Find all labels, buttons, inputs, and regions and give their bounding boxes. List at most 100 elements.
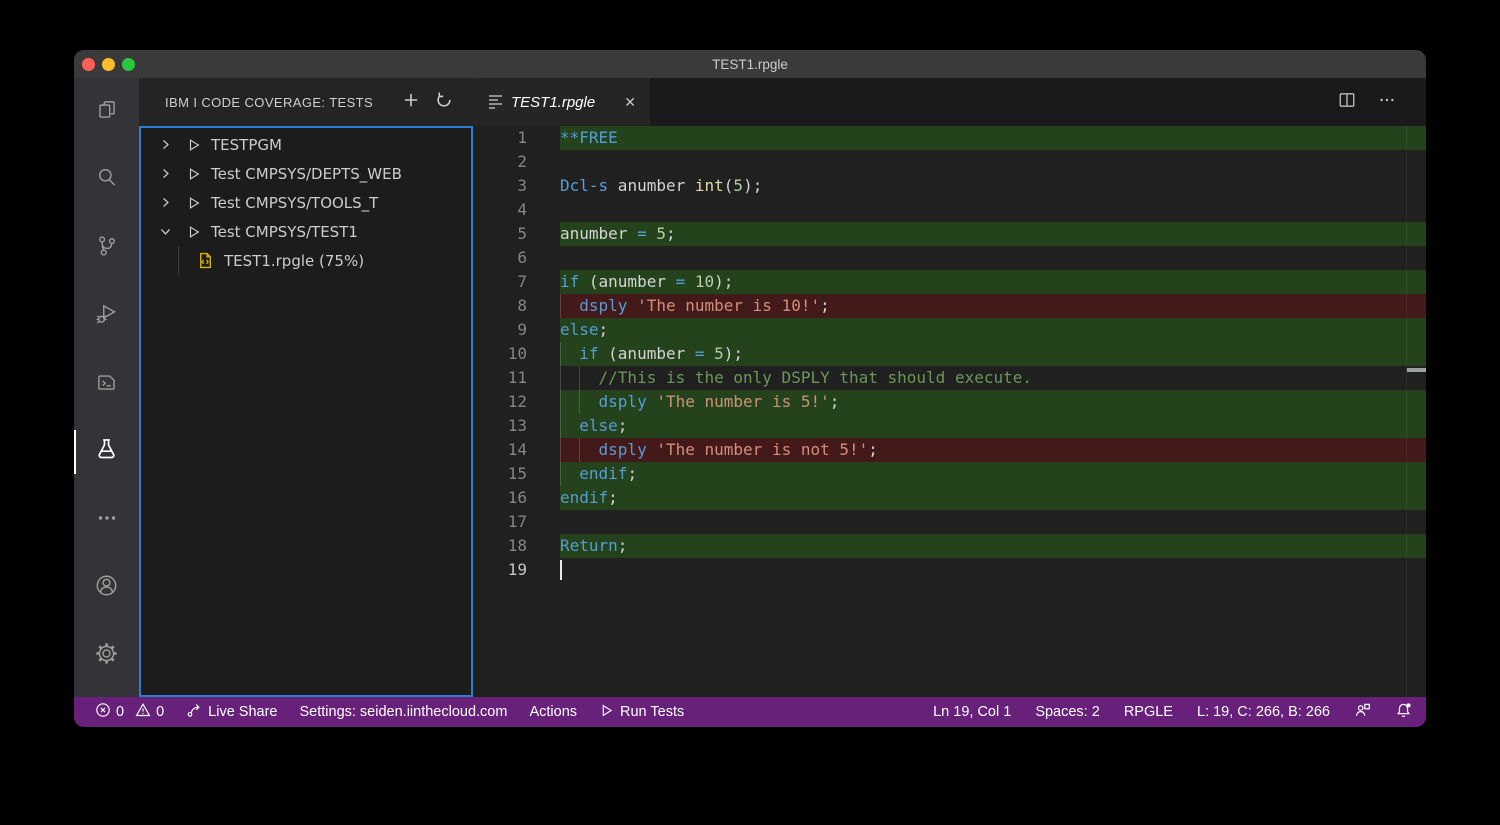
chevron-right-icon[interactable]	[157, 167, 173, 180]
activity-manage[interactable]	[74, 622, 139, 690]
code-line[interactable]: 19	[473, 558, 1426, 582]
more-actions-icon[interactable]	[1378, 91, 1396, 114]
language-mode-status[interactable]: RPGLE	[1124, 704, 1173, 720]
code-line-content[interactable]: dsply 'The number is 10!';	[560, 294, 1426, 318]
activity-additional-views[interactable]	[74, 486, 139, 554]
run-test-icon[interactable]	[186, 138, 202, 152]
code-line-content[interactable]	[560, 150, 1426, 174]
run-tests-status[interactable]: Run Tests	[599, 703, 684, 722]
code-token: );	[714, 272, 733, 291]
code-line[interactable]: 17	[473, 510, 1426, 534]
code-line[interactable]: 5anumber = 5;	[473, 222, 1426, 246]
refresh-button[interactable]	[435, 91, 453, 114]
code-line[interactable]: 4	[473, 198, 1426, 222]
code-line-content[interactable]: //This is the only DSPLY that should exe…	[560, 366, 1426, 390]
tree-item-label: Test CMPSYS/DEPTS_WEB	[211, 165, 402, 183]
code-line-content[interactable]	[560, 510, 1426, 534]
code-line-content[interactable]: if (anumber = 10);	[560, 270, 1426, 294]
code-line[interactable]: 11 //This is the only DSPLY that should …	[473, 366, 1426, 390]
indentation-status[interactable]: Spaces: 2	[1035, 704, 1100, 720]
run-test-icon[interactable]	[186, 167, 202, 181]
chevron-down-icon[interactable]	[157, 225, 173, 238]
activity-explorer[interactable]	[74, 78, 139, 146]
code-token	[647, 224, 657, 243]
tree-item-label: TEST1.rpgle (75%)	[224, 252, 364, 270]
test-tree: TESTPGM Test CMPSYS/DEPTS_WEB Test CMPSY…	[139, 126, 473, 697]
minimize-window-button[interactable]	[102, 58, 115, 71]
tree-item-tools-t[interactable]: Test CMPSYS/TOOLS_T	[141, 188, 471, 217]
code-token: Dcl-s	[560, 176, 608, 195]
code-editor[interactable]: 1**FREE23Dcl-s anumber int(5);45anumber …	[473, 126, 1426, 697]
chevron-right-icon[interactable]	[157, 196, 173, 209]
activity-source-control[interactable]	[74, 214, 139, 282]
terminal-file-icon	[94, 369, 120, 400]
code-line-content[interactable]: else;	[560, 318, 1426, 342]
code-line[interactable]: 6	[473, 246, 1426, 270]
indent-guide	[560, 366, 561, 390]
code-line-content[interactable]	[560, 558, 1426, 582]
tree-item-test1[interactable]: Test CMPSYS/TEST1	[141, 217, 471, 246]
vscode-window: TEST1.rpgle	[74, 50, 1426, 727]
code-line-content[interactable]: else;	[560, 414, 1426, 438]
code-token: ;	[868, 440, 878, 459]
activity-ibmi-terminals[interactable]	[74, 350, 139, 418]
line-number: 6	[473, 246, 560, 270]
actions-status[interactable]: Actions	[529, 704, 577, 720]
tree-item-test1-rpgle[interactable]: TEST1.rpgle (75%)	[141, 246, 471, 275]
tree-item-depts-web[interactable]: Test CMPSYS/DEPTS_WEB	[141, 159, 471, 188]
add-test-button[interactable]	[402, 91, 420, 114]
code-token: Return	[560, 536, 618, 555]
feedback-icon	[1354, 702, 1371, 723]
code-line[interactable]: 2	[473, 150, 1426, 174]
problems-status[interactable]: 0 0	[95, 702, 164, 722]
run-test-icon[interactable]	[186, 225, 202, 239]
code-line-content[interactable]	[560, 198, 1426, 222]
split-editor-icon[interactable]	[1338, 91, 1356, 114]
activity-run-debug[interactable]	[74, 282, 139, 350]
tab-test1-rpgle[interactable]: TEST1.rpgle ✕	[473, 78, 650, 126]
code-line[interactable]: 9else;	[473, 318, 1426, 342]
close-tab-icon[interactable]: ✕	[622, 92, 638, 113]
close-window-button[interactable]	[82, 58, 95, 71]
code-line-content[interactable]: if (anumber = 5);	[560, 342, 1426, 366]
code-line[interactable]: 3Dcl-s anumber int(5);	[473, 174, 1426, 198]
code-line[interactable]: 14 dsply 'The number is not 5!';	[473, 438, 1426, 462]
code-line-content[interactable]: dsply 'The number is not 5!';	[560, 438, 1426, 462]
feedback-status[interactable]	[1354, 702, 1371, 723]
code-line[interactable]: 18Return;	[473, 534, 1426, 558]
code-line[interactable]: 1**FREE	[473, 126, 1426, 150]
tree-item-testpgm[interactable]: TESTPGM	[141, 130, 471, 159]
settings-host-label: Settings: seiden.iinthecloud.com	[299, 704, 507, 720]
line-number: 2	[473, 150, 560, 174]
chevron-right-icon[interactable]	[157, 138, 173, 151]
ellipsis-icon	[94, 505, 120, 536]
notifications-status[interactable]	[1395, 702, 1412, 723]
code-line[interactable]: 7if (anumber = 10);	[473, 270, 1426, 294]
settings-host-status[interactable]: Settings: seiden.iinthecloud.com	[299, 704, 507, 720]
code-line-content[interactable]: anumber = 5;	[560, 222, 1426, 246]
activity-accounts[interactable]	[74, 554, 139, 622]
window-title: TEST1.rpgle	[712, 57, 788, 72]
activity-search[interactable]	[74, 146, 139, 214]
code-line-content[interactable]	[560, 246, 1426, 270]
title-bar[interactable]: TEST1.rpgle	[74, 50, 1426, 78]
code-line-content[interactable]: endif;	[560, 486, 1426, 510]
code-line-content[interactable]: dsply 'The number is 5!';	[560, 390, 1426, 414]
zoom-window-button[interactable]	[122, 58, 135, 71]
activity-bar	[74, 78, 139, 697]
code-line[interactable]: 8 dsply 'The number is 10!';	[473, 294, 1426, 318]
code-line-content[interactable]: Dcl-s anumber int(5);	[560, 174, 1426, 198]
cursor-position-status[interactable]: Ln 19, Col 1	[933, 704, 1011, 720]
code-line[interactable]: 13 else;	[473, 414, 1426, 438]
run-test-icon[interactable]	[186, 196, 202, 210]
activity-testing[interactable]	[74, 418, 139, 486]
code-line[interactable]: 12 dsply 'The number is 5!';	[473, 390, 1426, 414]
code-line[interactable]: 10 if (anumber = 5);	[473, 342, 1426, 366]
code-line-content[interactable]: endif;	[560, 462, 1426, 486]
code-line-content[interactable]: Return;	[560, 534, 1426, 558]
file-metrics-status[interactable]: L: 19, C: 266, B: 266	[1197, 704, 1330, 720]
code-line-content[interactable]: **FREE	[560, 126, 1426, 150]
live-share-status[interactable]: Live Share	[186, 702, 277, 722]
code-line[interactable]: 15 endif;	[473, 462, 1426, 486]
code-line[interactable]: 16endif;	[473, 486, 1426, 510]
